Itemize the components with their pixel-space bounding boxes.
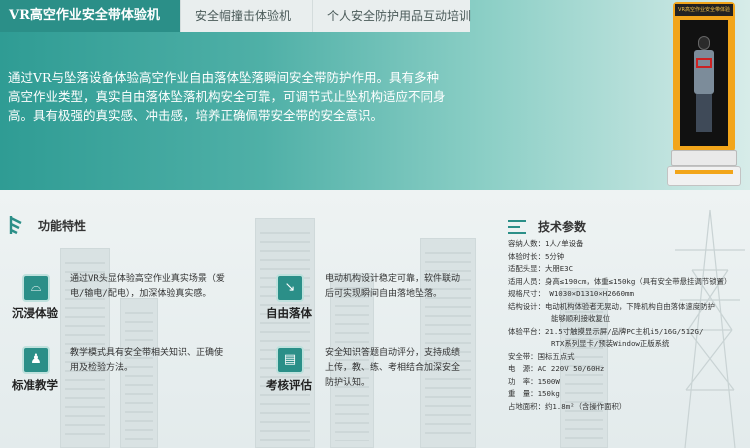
spec-row: 电 源：AC 220V 50/60Hz xyxy=(508,364,605,373)
spec-row: 结构设计：电动机构体验者无晃动，下降机构自由落体速度防护 xyxy=(508,301,715,311)
list-icon xyxy=(508,219,526,234)
feature-desc: 教学模式具有安全带相关知识、正确使用及检验方法。 xyxy=(70,348,224,373)
spec-row: 功 率：1500W xyxy=(508,376,560,386)
teacher-icon: ♟ xyxy=(22,346,50,374)
feature-desc: 通过VR头显体验高空作业真实场景（爱电/输电/配电），加深体验真实感。 xyxy=(70,274,225,299)
tab-helmet-impact[interactable]: 安全帽撞击体验机 xyxy=(180,0,312,32)
tech-heading: 技术参数 xyxy=(508,218,586,235)
spec-row: 能够顺利接收复位 xyxy=(551,314,611,323)
spec-row: 重 量：150kg xyxy=(508,389,560,398)
feature-label: 沉浸体验 xyxy=(12,306,58,320)
tab-ppe-training[interactable]: 个人安全防护用品互动培训 xyxy=(312,0,471,32)
vr-booth-image: VR高空作业安全带体验 xyxy=(665,2,745,188)
feature-desc: 电动机构设计稳定可靠，软件联动后可实现瞬间自由落地坠落。 xyxy=(325,274,461,299)
spec-row: 容纳人数：1人/单设备 xyxy=(508,239,584,248)
feature-label: 标准教学 xyxy=(12,378,58,392)
spec-row: 规格尺寸： W1030×D1310×H2660mm xyxy=(508,289,634,298)
vr-headset-wearer-head xyxy=(698,36,710,50)
booth-stripe xyxy=(675,170,733,174)
spec-row: 占地面积：约1.8m²（含操作面积） xyxy=(508,401,627,411)
feature-label: 自由落体 xyxy=(266,306,312,320)
spec-row: 适配头显：大朋E3C xyxy=(508,264,574,273)
hero-banner: VR高空作业安全带体验机 安全帽撞击体验机 个人安全防护用品互动培训 通过VR与… xyxy=(0,0,750,190)
tab-vr-harness[interactable]: VR高空作业安全带体验机 xyxy=(0,0,180,32)
spec-row: RTX系列显卡/预装Window正版系统 xyxy=(551,339,670,348)
features-heading: 功能特性 xyxy=(8,214,86,236)
booth-base xyxy=(667,166,741,186)
person-legs xyxy=(696,94,712,132)
booth-sign: VR高空作业安全带体验 xyxy=(675,4,733,16)
tech-title: 技术参数 xyxy=(538,220,587,234)
vr-headset-icon: ⌓ xyxy=(22,274,50,302)
product-tabs: VR高空作业安全带体验机 安全帽撞击体验机 个人安全防护用品互动培训 xyxy=(0,0,471,32)
product-intro: 通过VR与坠落设备体验高空作业自由落体坠落瞬间安全带防护作用。具有多种高空作业类… xyxy=(8,70,446,123)
spec-list: 容纳人数：1人/单设备 体验时长：5分钟 适配头显：大朋E3C 适用人员：身高≤… xyxy=(508,238,744,413)
fall-icon: ↘ xyxy=(276,274,304,302)
worker-icon xyxy=(8,214,24,236)
feature-desc: 安全知识答题自动评分，支持成绩上传，教、练、考相结合加深安全防护认知。 xyxy=(325,348,461,388)
assessment-icon: ▤ xyxy=(276,346,304,374)
safety-harness xyxy=(696,58,712,68)
feature-label: 考核评估 xyxy=(266,378,312,392)
spec-row: 体验平台：21.5寸触摸显示屏/品牌PC主机i5/16G/512G/ xyxy=(508,326,704,336)
booth-platform xyxy=(671,150,737,166)
person-body xyxy=(694,50,714,94)
bg-building xyxy=(255,218,315,448)
spec-row: 体验时长：5分钟 xyxy=(508,251,565,261)
spec-row: 安全带：国标五点式 xyxy=(508,351,575,361)
features-title: 功能特性 xyxy=(38,218,87,233)
spec-row: 适用人员：身高≤190cm，体重≤150kg（具有安全带悬挂调节锁置） xyxy=(508,276,732,286)
bg-building xyxy=(420,238,476,448)
